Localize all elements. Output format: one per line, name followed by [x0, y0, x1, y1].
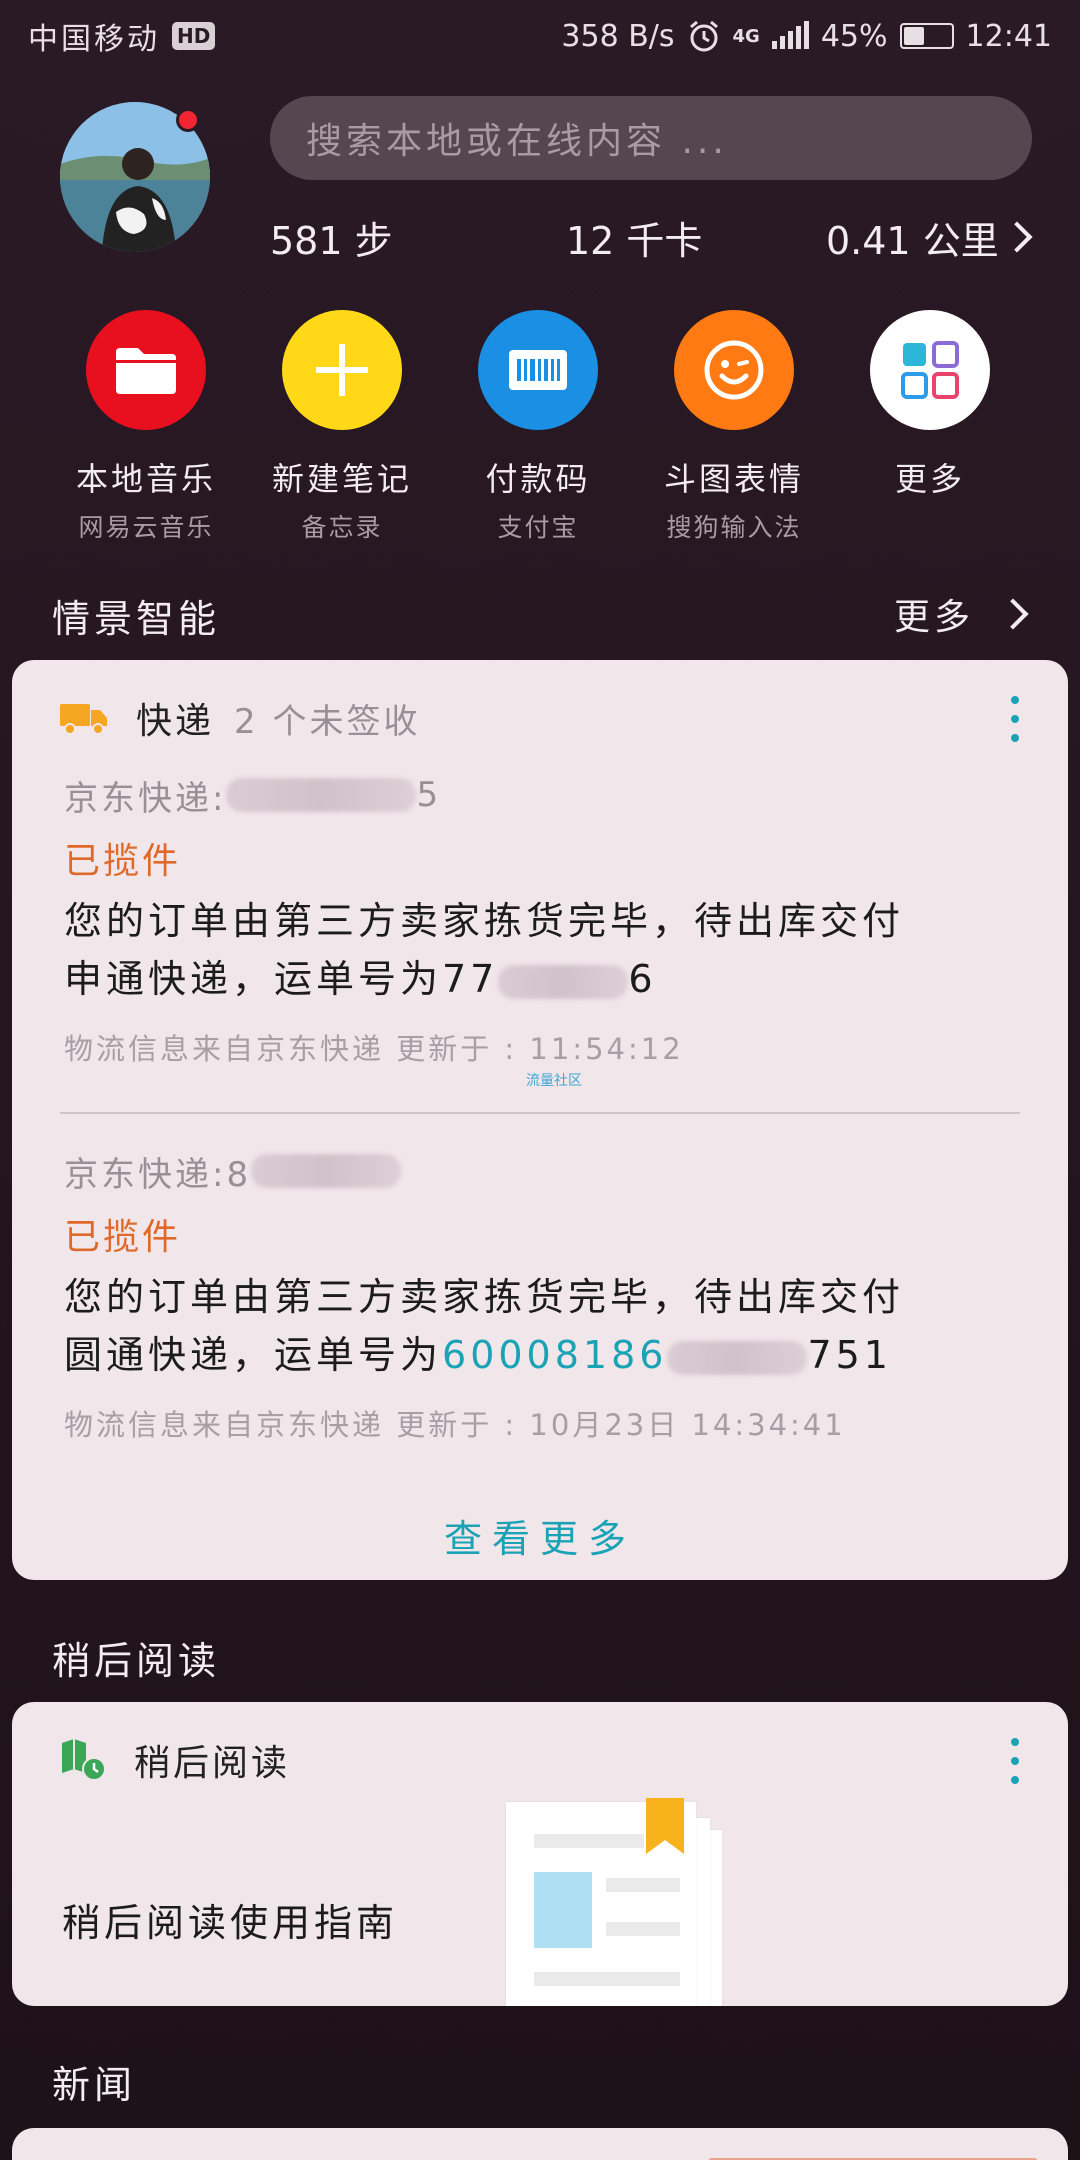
app-name: 付款码	[485, 460, 591, 498]
carrier-label: 京东快递:8	[64, 1154, 252, 1195]
smiley-icon	[704, 340, 764, 400]
app-name: 斗图表情	[663, 460, 804, 498]
book-clock-icon	[62, 1739, 106, 1781]
battery-percent: 45%	[820, 18, 888, 54]
status-bar: 中国移动 HD 358 B/s 4G 45% 12:41	[0, 0, 1080, 72]
app-icon-circle	[674, 310, 794, 430]
more-label: 更多	[893, 597, 974, 638]
tracking-description: 您的订单由第三方卖家拣货完毕，待出库交付 申通快递，运单号为77 6	[64, 892, 1024, 1008]
steps-count: 581 步	[270, 219, 393, 263]
more-options-icon[interactable]	[1010, 1738, 1020, 1784]
alarm-icon	[689, 20, 718, 52]
app-icon-circle	[86, 310, 206, 430]
calories-count: 12 千卡	[566, 219, 703, 263]
app-name: 新建笔记	[271, 460, 412, 498]
tracking-meta: 物流信息来自京东快递 更新于 : 10月23日 14:34:41	[64, 1408, 846, 1442]
more-options-icon[interactable]	[1010, 696, 1020, 742]
carrier-name: 中国移动	[28, 22, 160, 57]
read-later-section-title: 稍后阅读	[52, 1639, 221, 1683]
app-new-note[interactable]: 新建笔记 备忘录	[242, 310, 442, 544]
express-card: 快递 2 个未签收 京东快递: 5 已揽件 您的订单由第三方卖家拣货完毕，待出库…	[12, 660, 1068, 1580]
read-later-card-header: 稍后阅读	[60, 1734, 290, 1786]
express-card-header: 快递 2 个未签收	[60, 692, 420, 744]
app-meme-stickers[interactable]: 斗图表情 搜狗输入法	[634, 310, 834, 544]
tracking-carrier: 京东快递:8	[64, 1148, 1024, 1195]
app-icon-circle	[282, 310, 402, 430]
waybill-tail: 6	[628, 957, 657, 1001]
express-entry[interactable]: 京东快递:8 已揽件 您的订单由第三方卖家拣货完毕，待出库交付 圆通快递，运单号…	[64, 1148, 1024, 1444]
search-placeholder: 搜索本地或在线内容 ...	[306, 121, 728, 162]
read-later-guide: 稍后阅读使用指南	[62, 1901, 399, 1945]
app-local-music[interactable]: 本地音乐 网易云音乐	[46, 310, 246, 544]
app-subtitle: 网易云音乐	[78, 513, 214, 542]
barcode-icon	[509, 350, 567, 390]
read-later-card-title: 稍后阅读	[134, 1743, 291, 1784]
tracking-carrier: 京东快递: 5	[64, 772, 1024, 819]
notification-dot	[176, 108, 200, 132]
scene-section-title: 情景智能	[52, 597, 221, 641]
chevron-right-icon[interactable]	[1001, 221, 1033, 253]
package-status: 已揽件	[64, 1217, 182, 1258]
scene-more-link[interactable]: 更多	[893, 588, 1029, 640]
app-subtitle: 搜狗输入法	[666, 513, 802, 542]
app-icon-circle	[478, 310, 598, 430]
read-later-card[interactable]: 稍后阅读 稍后阅读使用指南	[12, 1702, 1068, 2006]
tracking-description: 您的订单由第三方卖家拣货完毕，待出库交付 圆通快递，运单号为60008186 75…	[64, 1268, 1024, 1384]
news-section-title: 新闻	[52, 2063, 137, 2107]
tracking-meta: 物流信息来自京东快递 更新于 : 11:54:12	[64, 1032, 684, 1066]
waybill-prefix: 圆通快递，运单号为	[64, 1333, 443, 1377]
desc-line: 您的订单由第三方卖家拣货完毕，待出库交付	[64, 1275, 905, 1319]
waybill-tail: 751	[807, 1333, 892, 1377]
folder-icon	[116, 348, 176, 394]
bookmark-icon	[646, 1798, 684, 1854]
carrier-label: 京东快递:	[64, 778, 227, 819]
delivery-truck-icon	[60, 704, 107, 735]
app-name: 本地音乐	[75, 460, 216, 498]
carrier-tail: 5	[416, 775, 442, 815]
health-stats[interactable]: 581 步 12 千卡 0.41 公里	[270, 210, 1040, 270]
package-status: 已揽件	[64, 841, 182, 882]
app-payment-code[interactable]: 付款码 支付宝	[438, 310, 638, 544]
redacted-text	[498, 964, 629, 999]
doc-sheet	[506, 1798, 696, 2006]
grid-icon	[901, 341, 959, 399]
waybill-number-cont[interactable]: 86	[611, 1333, 667, 1377]
plus-icon	[316, 344, 368, 396]
express-subtitle: 2 个未签收	[234, 701, 421, 742]
app-subtitle: 备忘录	[301, 513, 383, 542]
watermark: 流量社区	[526, 1073, 582, 1089]
network-type: 4G	[732, 25, 760, 47]
redacted-text	[667, 1340, 808, 1375]
app-name: 更多	[894, 460, 965, 498]
view-more-link[interactable]: 查看更多	[12, 1508, 1068, 1563]
clock: 12:41	[965, 18, 1052, 54]
chevron-right-icon	[997, 598, 1029, 630]
news-card[interactable]	[12, 2128, 1068, 2160]
battery-icon	[899, 23, 954, 49]
desc-line: 申通快递，运单号为77 6	[64, 950, 1024, 1008]
network-speed: 358 B/s	[561, 18, 675, 54]
app-icon-circle	[870, 310, 990, 430]
signal-icon	[771, 21, 809, 49]
distance-count: 0.41 公里	[826, 219, 999, 263]
hd-badge: HD	[172, 22, 216, 50]
app-more[interactable]: 更多	[830, 310, 1030, 500]
desc-line: 圆通快递，运单号为60008186 751	[64, 1326, 1024, 1384]
redacted-text	[251, 1154, 402, 1188]
quick-apps: 本地音乐 网易云音乐 新建笔记 备忘录 付款码 支付宝 斗图表情 搜狗输入法 更…	[0, 310, 1080, 550]
desc-line: 您的订单由第三方卖家拣货完毕，待出库交付	[64, 899, 905, 943]
waybill-number[interactable]: 600081	[442, 1333, 611, 1377]
waybill-prefix: 申通快递，运单号为77	[64, 957, 499, 1001]
redacted-text	[226, 778, 417, 812]
divider	[60, 1112, 1020, 1114]
express-title: 快递	[136, 701, 215, 742]
express-entry[interactable]: 京东快递: 5 已揽件 您的订单由第三方卖家拣货完毕，待出库交付 申通快递，运单…	[64, 772, 1024, 1068]
app-subtitle: 支付宝	[497, 513, 579, 542]
search-input[interactable]: 搜索本地或在线内容 ...	[270, 96, 1032, 180]
